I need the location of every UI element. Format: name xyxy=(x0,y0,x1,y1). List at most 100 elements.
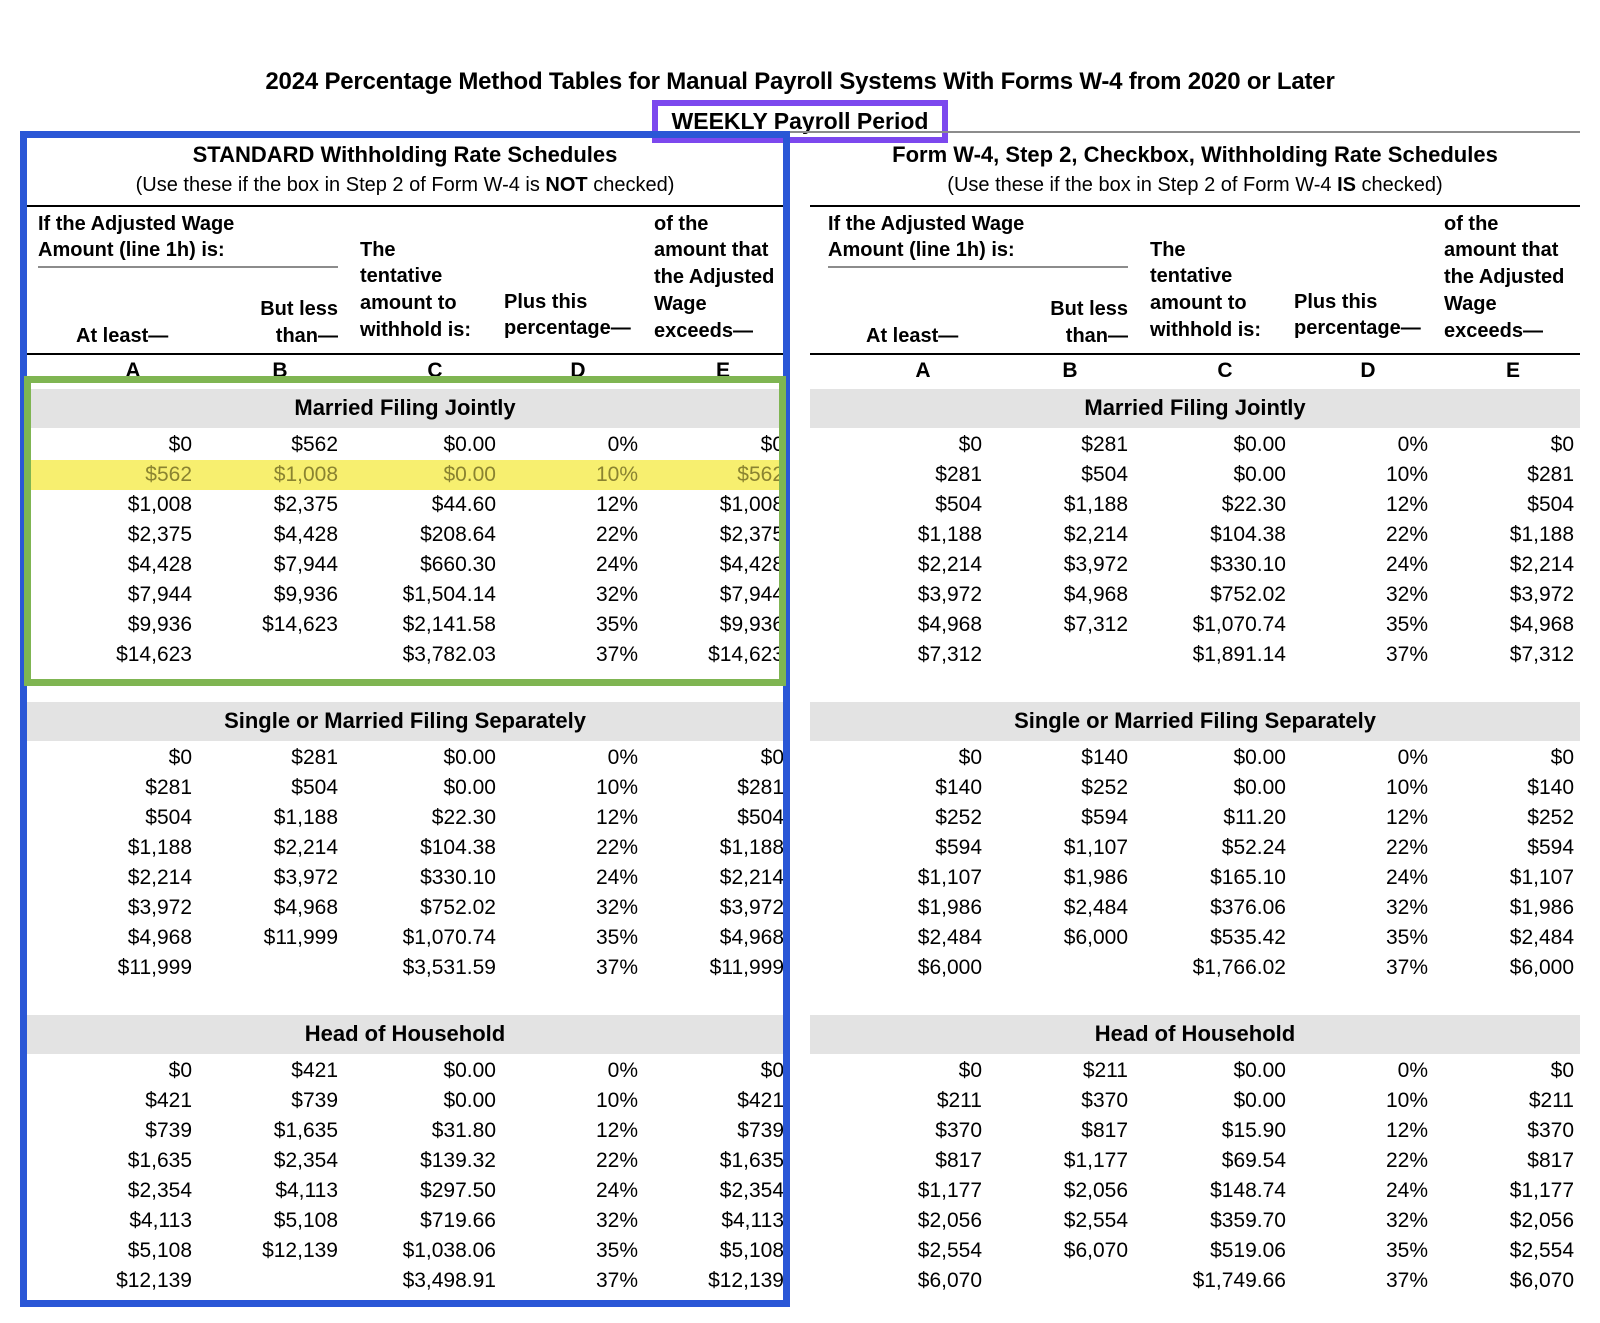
subheading-emphasis: IS xyxy=(1337,173,1356,196)
cell-col-a: $7,944 xyxy=(127,583,192,607)
cell-col-e: $2,554 xyxy=(1509,1239,1574,1263)
table-row: $504 $1,188 $22.30 12% $504 xyxy=(20,803,790,833)
table-row: $7,944 $9,936 $1,504.14 32% $7,944 xyxy=(20,580,790,610)
cell-col-e: $370 xyxy=(1527,1119,1574,1143)
cell-col-e: $0 xyxy=(760,746,784,770)
cell-col-a: $3,972 xyxy=(917,583,982,607)
cell-col-a: $2,484 xyxy=(917,926,982,950)
table-row: $281 $504 $0.00 10% $281 xyxy=(20,773,790,803)
standard-table-heading: STANDARD Withholding Rate Schedules xyxy=(192,142,618,167)
cell-col-c: $376.06 xyxy=(1210,896,1286,920)
cell-col-c: $0.00 xyxy=(443,776,496,800)
cell-col-e: $1,635 xyxy=(719,1149,784,1173)
cell-col-b: $2,214 xyxy=(273,836,338,860)
cell-col-d: 37% xyxy=(1385,1269,1428,1293)
cell-col-c: $330.10 xyxy=(1210,553,1286,577)
cell-col-d: 32% xyxy=(595,583,638,607)
cell-col-e: $12,139 xyxy=(708,1269,784,1293)
cell-col-a: $739 xyxy=(145,1119,192,1143)
column-letter-e: E xyxy=(1505,358,1520,382)
cell-col-b: $211 xyxy=(1082,1059,1128,1083)
cell-col-b: $3,972 xyxy=(1063,553,1128,577)
cell-col-a: $12,139 xyxy=(116,1269,192,1293)
cell-col-d: 10% xyxy=(1385,463,1428,487)
cell-col-c: $44.60 xyxy=(431,493,496,517)
cell-col-b: $1,986 xyxy=(1063,866,1128,890)
cell-col-a: $281 xyxy=(145,776,192,800)
standard-table-header: STANDARD Withholding Rate Schedules (Use… xyxy=(20,133,790,207)
cell-col-b: $7,944 xyxy=(273,553,338,577)
cell-col-a: $504 xyxy=(935,493,982,517)
cell-col-e: $0 xyxy=(760,1059,784,1083)
table-row: $0 $211 $0.00 0% $0 xyxy=(810,1056,1580,1086)
cell-col-d: 32% xyxy=(595,1209,638,1233)
cell-col-e: $3,972 xyxy=(1509,583,1574,607)
cell-col-b: $281 xyxy=(291,746,338,770)
cell-col-b: $421 xyxy=(291,1059,338,1083)
cell-col-a: $2,214 xyxy=(127,866,192,890)
cell-col-c: $1,749.66 xyxy=(1192,1269,1286,1293)
cell-col-a: $2,375 xyxy=(127,523,192,547)
cell-col-b: $4,968 xyxy=(273,896,338,920)
cell-col-a: $370 xyxy=(935,1119,982,1143)
column-letter-b: B xyxy=(272,358,288,382)
cell-col-d: 32% xyxy=(1385,896,1428,920)
cell-col-e: $504 xyxy=(1527,493,1574,517)
table-row: $2,354 $4,113 $297.50 24% $2,354 xyxy=(20,1176,790,1206)
cell-col-c: $752.02 xyxy=(420,896,496,920)
cell-col-e: $1,107 xyxy=(1509,866,1574,890)
cell-col-c: $148.74 xyxy=(1210,1179,1286,1203)
amount-exceeds-header: of the amount that the Adjusted Wage exc… xyxy=(654,211,814,345)
cell-col-b: $504 xyxy=(291,776,338,800)
exceeds-line5: exceeds— xyxy=(1444,319,1543,342)
cell-col-d: 10% xyxy=(595,776,638,800)
cell-col-c: $11.20 xyxy=(1223,806,1286,830)
adjusted-wage-line2: Amount (line 1h) is: xyxy=(38,239,225,262)
filing-status-heading: Head of Household xyxy=(20,1014,790,1054)
tentative-line1: The xyxy=(360,238,396,261)
subheading-pre: (Use these if the box in Step 2 of Form … xyxy=(135,173,546,196)
subheading-emphasis: NOT xyxy=(545,173,588,196)
rate-rows: $0 $562 $0.00 0% $0 $562 $1,008 $0.00 10% $562 $1,… xyxy=(20,428,790,670)
cell-col-e: $0 xyxy=(1550,433,1574,457)
table-row: $1,008 $2,375 $44.60 12% $1,008 xyxy=(20,490,790,520)
filing-status-heading: Head of Household xyxy=(810,1014,1580,1054)
cell-col-a: $0 xyxy=(958,1059,982,1083)
cell-col-a: $1,008 xyxy=(127,493,192,517)
table-row: $0 $281 $0.00 0% $0 xyxy=(810,430,1580,460)
cell-col-e: $817 xyxy=(1527,1149,1574,1173)
cell-col-b: $817 xyxy=(1081,1119,1128,1143)
filing-status-heading: Married Filing Jointly xyxy=(810,388,1580,428)
but-less-line2: than— xyxy=(1065,324,1128,347)
cell-col-a: $4,968 xyxy=(917,613,982,637)
cell-col-b: $252 xyxy=(1081,776,1128,800)
cell-col-d: 12% xyxy=(1385,1119,1428,1143)
table-row: $7,312 $1,891.14 37% $7,312 xyxy=(810,640,1580,670)
cell-col-b: $2,056 xyxy=(1063,1179,1128,1203)
cell-col-b: $7,312 xyxy=(1063,613,1128,637)
table-row: $140 $252 $0.00 10% $140 xyxy=(810,773,1580,803)
cell-col-e: $1,188 xyxy=(1509,523,1574,547)
cell-col-d: 22% xyxy=(1385,1149,1428,1173)
cell-col-b: $2,214 xyxy=(1063,523,1128,547)
cell-col-b: $11,999 xyxy=(263,926,338,950)
column-letter-e: E xyxy=(715,358,730,382)
table-row: $739 $1,635 $31.80 12% $739 xyxy=(20,1116,790,1146)
but-less-than-header: But less than— xyxy=(1008,296,1128,350)
table-row: $3,972 $4,968 $752.02 32% $3,972 xyxy=(20,893,790,923)
cell-col-c: $519.06 xyxy=(1210,1239,1286,1263)
cell-col-d: 35% xyxy=(1385,926,1428,950)
exceeds-line4: Wage xyxy=(1444,292,1497,315)
cell-col-c: $0.00 xyxy=(443,746,496,770)
cell-col-e: $2,214 xyxy=(719,866,784,890)
cell-col-d: 0% xyxy=(607,1059,638,1083)
cell-col-b: $594 xyxy=(1081,806,1128,830)
cell-col-a: $1,635 xyxy=(127,1149,192,1173)
exceeds-line5: exceeds— xyxy=(654,319,753,342)
cell-col-a: $1,188 xyxy=(127,836,192,860)
cell-col-c: $719.66 xyxy=(420,1209,496,1233)
page-title: 2024 Percentage Method Tables for Manual… xyxy=(265,68,1335,95)
cell-col-d: 12% xyxy=(1385,806,1428,830)
cell-col-b: $6,070 xyxy=(1063,1239,1128,1263)
